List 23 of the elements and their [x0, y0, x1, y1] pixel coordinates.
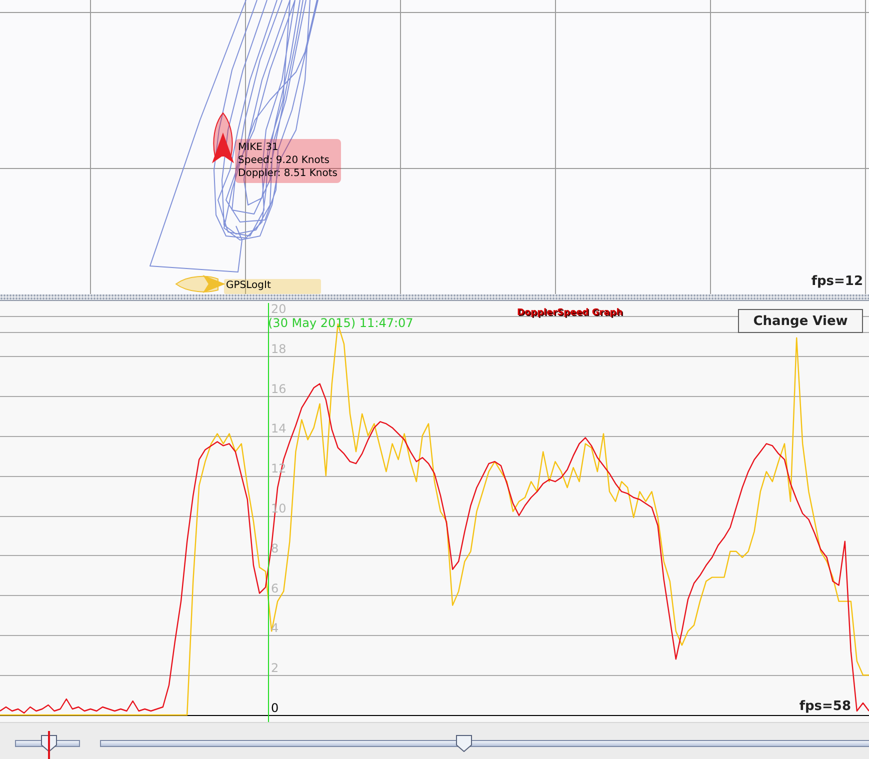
fps-counter: fps=58	[799, 699, 851, 715]
y-tick-label: 6	[271, 581, 279, 596]
map-canvas[interactable]: MIKE 31 Speed: 9.20 Knots Doppler: 8.51 Knots GPSLogIt fps=12	[0, 0, 869, 294]
splitter-handle[interactable]	[0, 294, 869, 301]
marker-line	[48, 731, 50, 759]
y-tick-label: 8	[271, 541, 279, 556]
fps-counter: fps=12	[811, 274, 863, 290]
y-tick-label: 0	[271, 701, 279, 715]
chart-title: DopplerSpeed Graph	[517, 307, 623, 319]
change-view-button[interactable]: Change View	[738, 309, 863, 333]
boat-name: GPSLogIt	[226, 279, 272, 292]
y-tick-label: 18	[271, 342, 286, 356]
y-tick-label: 14	[271, 422, 286, 436]
slider-track[interactable]	[15, 734, 80, 752]
y-tick-label: 2	[271, 661, 279, 676]
boat-detail: Speed: 9.20 Knots	[238, 154, 330, 167]
boat-name: MIKE 31	[238, 141, 280, 154]
slider-thumb[interactable]	[456, 734, 472, 752]
cursor-timestamp: (30 May 2015) 11:47:07	[268, 315, 414, 331]
slider-track[interactable]	[100, 734, 869, 752]
boat-detail: Doppler: 8.51 Knots	[238, 167, 338, 180]
y-tick-label: 16	[271, 382, 286, 396]
y-tick-label: 20	[271, 302, 286, 316]
